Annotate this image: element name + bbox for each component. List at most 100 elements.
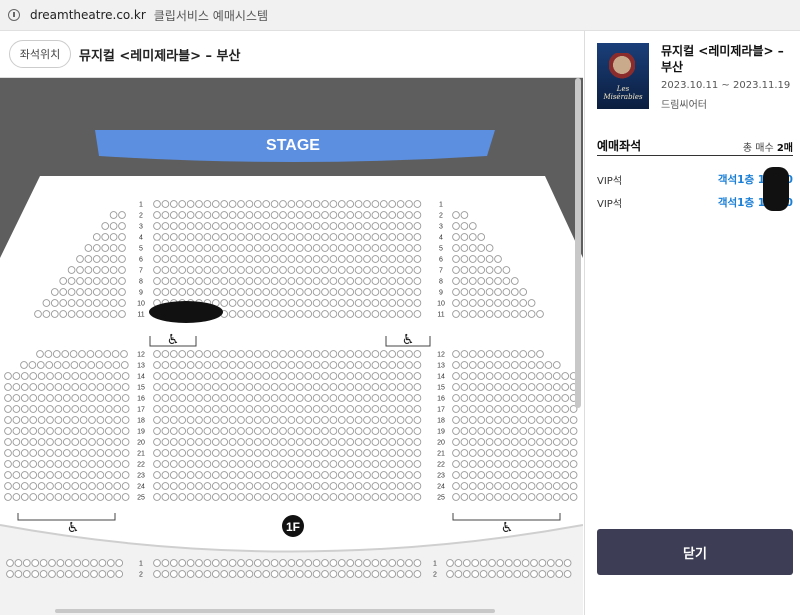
seat[interactable] <box>363 277 371 285</box>
seat[interactable] <box>388 372 397 380</box>
seat[interactable] <box>71 394 80 402</box>
seat[interactable] <box>544 383 553 391</box>
seat[interactable] <box>312 372 321 380</box>
seat[interactable] <box>346 438 355 446</box>
seat[interactable] <box>220 211 229 219</box>
seat[interactable] <box>452 460 460 468</box>
seat[interactable] <box>211 211 220 219</box>
seat[interactable] <box>228 416 237 424</box>
seat[interactable] <box>485 361 494 369</box>
seat[interactable] <box>71 482 80 490</box>
seat[interactable] <box>337 310 346 318</box>
seat[interactable] <box>113 493 122 501</box>
seat[interactable] <box>22 570 31 578</box>
seat[interactable] <box>245 482 254 490</box>
seat[interactable] <box>304 288 313 296</box>
seat[interactable] <box>279 383 287 391</box>
seat[interactable] <box>161 416 170 424</box>
seat[interactable] <box>329 416 338 424</box>
seat[interactable] <box>527 372 536 380</box>
seat[interactable] <box>237 299 245 307</box>
seat[interactable] <box>337 211 346 219</box>
seat[interactable] <box>304 310 313 318</box>
seat[interactable] <box>109 277 118 285</box>
seat[interactable] <box>371 559 380 567</box>
seat[interactable] <box>92 266 101 274</box>
seat[interactable] <box>245 405 254 413</box>
seat[interactable] <box>195 559 203 567</box>
seat[interactable] <box>388 394 397 402</box>
seat[interactable] <box>502 288 511 296</box>
seat[interactable] <box>279 277 287 285</box>
seat[interactable] <box>388 570 397 578</box>
seat[interactable] <box>295 559 304 567</box>
seat[interactable] <box>329 449 338 457</box>
seat[interactable] <box>178 570 187 578</box>
seat[interactable] <box>321 244 329 252</box>
seat[interactable] <box>329 493 338 501</box>
seat[interactable] <box>295 255 304 263</box>
seat[interactable] <box>62 471 71 479</box>
seat[interactable] <box>245 288 254 296</box>
seat[interactable] <box>71 405 80 413</box>
seat[interactable] <box>536 383 544 391</box>
seat[interactable] <box>178 416 187 424</box>
seat[interactable] <box>363 438 371 446</box>
seat[interactable] <box>371 482 380 490</box>
seat[interactable] <box>262 383 271 391</box>
seat[interactable] <box>312 460 321 468</box>
seat[interactable] <box>337 394 346 402</box>
seat[interactable] <box>396 277 405 285</box>
seat[interactable] <box>494 361 502 369</box>
seat[interactable] <box>536 449 544 457</box>
seat[interactable] <box>477 299 486 307</box>
seat[interactable] <box>71 383 80 391</box>
seat[interactable] <box>195 372 203 380</box>
seat[interactable] <box>46 405 54 413</box>
seat[interactable] <box>245 233 254 241</box>
seat[interactable] <box>321 372 329 380</box>
seat[interactable] <box>153 383 161 391</box>
seat[interactable] <box>270 383 279 391</box>
seat[interactable] <box>220 372 229 380</box>
seat[interactable] <box>178 211 187 219</box>
seat[interactable] <box>153 233 161 241</box>
seat[interactable] <box>153 288 161 296</box>
seat[interactable] <box>211 350 220 358</box>
seat[interactable] <box>312 200 321 208</box>
seat[interactable] <box>552 482 561 490</box>
seat[interactable] <box>161 482 170 490</box>
seat[interactable] <box>396 460 405 468</box>
seat[interactable] <box>61 350 70 358</box>
seat[interactable] <box>519 350 528 358</box>
seat[interactable] <box>279 559 287 567</box>
seat[interactable] <box>46 460 54 468</box>
seat[interactable] <box>195 244 203 252</box>
seat[interactable] <box>42 299 51 307</box>
seat[interactable] <box>552 493 561 501</box>
seat[interactable] <box>262 427 271 435</box>
seat[interactable] <box>477 310 486 318</box>
seat[interactable] <box>354 361 363 369</box>
seat[interactable] <box>388 277 397 285</box>
seat[interactable] <box>211 255 220 263</box>
seat[interactable] <box>460 233 469 241</box>
seat[interactable] <box>396 394 405 402</box>
seat[interactable] <box>153 266 161 274</box>
seat[interactable] <box>279 449 287 457</box>
seat[interactable] <box>354 277 363 285</box>
seat[interactable] <box>504 559 513 567</box>
seat[interactable] <box>485 244 494 252</box>
seat[interactable] <box>109 211 118 219</box>
seat[interactable] <box>304 394 313 402</box>
seat[interactable] <box>253 200 262 208</box>
seat[interactable] <box>295 460 304 468</box>
seat[interactable] <box>237 372 245 380</box>
seat[interactable] <box>287 493 296 501</box>
seat[interactable] <box>468 405 477 413</box>
seat[interactable] <box>169 277 178 285</box>
seat[interactable] <box>211 438 220 446</box>
seat[interactable] <box>346 222 355 230</box>
seat[interactable] <box>494 277 502 285</box>
seat[interactable] <box>287 299 296 307</box>
